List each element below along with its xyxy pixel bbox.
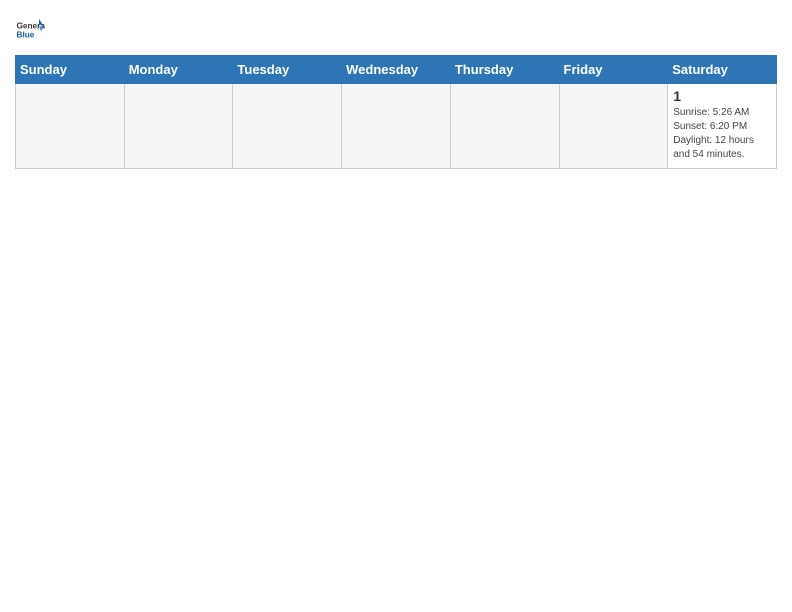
day-header-thursday: Thursday <box>450 56 559 84</box>
day-header-saturday: Saturday <box>668 56 777 84</box>
calendar-cell-empty <box>450 84 559 169</box>
calendar-cell-empty <box>16 84 125 169</box>
header: General Blue <box>15 15 777 45</box>
svg-text:Blue: Blue <box>17 31 35 40</box>
calendar-body: 1 Sunrise: 5:26 AMSunset: 6:20 PMDaylight… <box>16 84 777 169</box>
calendar-cell-empty <box>559 84 668 169</box>
day-header-monday: Monday <box>124 56 233 84</box>
day-header-tuesday: Tuesday <box>233 56 342 84</box>
day-header-wednesday: Wednesday <box>342 56 451 84</box>
day-header-friday: Friday <box>559 56 668 84</box>
logo: General Blue <box>15 15 45 45</box>
calendar-week-row: 1 Sunrise: 5:26 AMSunset: 6:20 PMDaylight… <box>16 84 777 169</box>
calendar-cell-empty <box>124 84 233 169</box>
calendar-cell-empty <box>342 84 451 169</box>
calendar-header-row: SundayMondayTuesdayWednesdayThursdayFrid… <box>16 56 777 84</box>
calendar-cell-empty <box>233 84 342 169</box>
day-header-sunday: Sunday <box>16 56 125 84</box>
day-number: 1 <box>673 88 771 104</box>
calendar-table: SundayMondayTuesdayWednesdayThursdayFrid… <box>15 55 777 169</box>
day-info: Sunrise: 5:26 AMSunset: 6:20 PMDaylight:… <box>673 106 771 162</box>
calendar-cell: 1 Sunrise: 5:26 AMSunset: 6:20 PMDaylight… <box>668 84 777 169</box>
